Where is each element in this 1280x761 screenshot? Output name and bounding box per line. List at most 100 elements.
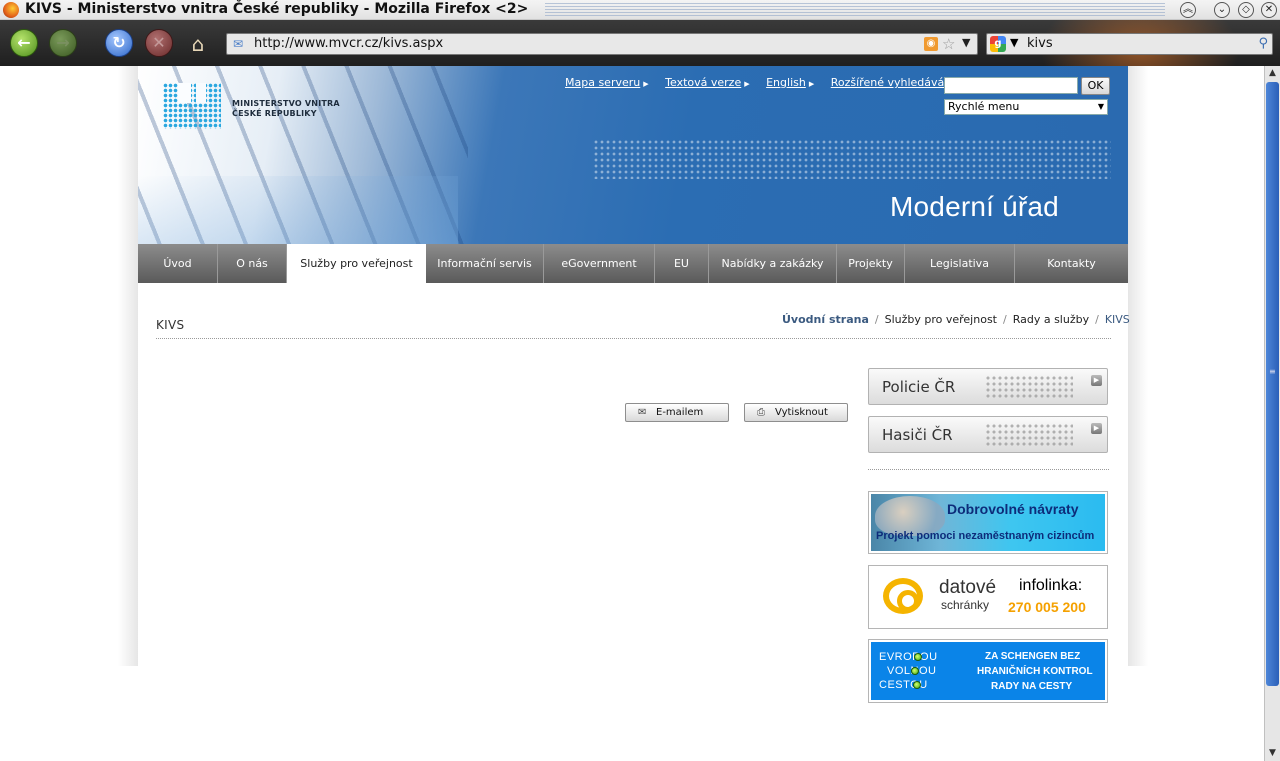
green-light-icon [911, 667, 919, 675]
nav-item-egovernment[interactable]: eGovernment [544, 244, 655, 283]
banner-brand-line2: schránky [941, 598, 990, 612]
breadcrumb-separator: / [1002, 313, 1007, 326]
site-search-input[interactable] [944, 77, 1078, 94]
link-site-map[interactable]: Mapa serveru [565, 76, 640, 89]
page-viewport: MINISTERSTVO VNITRA ČESKÉ REPUBLIKY Mapa… [0, 66, 1264, 761]
logo-mark-gap [196, 83, 206, 103]
header-slogan: Moderní úřad [890, 191, 1059, 222]
arrow-right-icon: ▶ [1091, 423, 1102, 434]
banner-body: datové schránky infolinka: 270 005 200 [871, 568, 1105, 626]
link-advanced-search[interactable]: Rozšířené vyhledávání [831, 76, 955, 89]
box-dot-pattern [985, 375, 1073, 399]
chevron-right-icon: ▶ [808, 80, 815, 88]
site-search-ok-button[interactable]: OK [1081, 77, 1110, 95]
breadcrumb-separator: / [1095, 313, 1099, 326]
bookmark-star-icon[interactable]: ☆ [942, 35, 955, 53]
banner-line: RADY NA CESTY [991, 681, 1073, 692]
breadcrumb-item[interactable]: Služby pro veřejnost [885, 313, 997, 326]
logo-line-2: ČESKÉ REPUBLIKY [232, 109, 317, 118]
sidebar-link-hasici[interactable]: Hasiči ČR ▶ [868, 416, 1108, 453]
banner-info-label: infolinka: [1019, 577, 1083, 594]
banner-schengen[interactable]: EVROPOU VOLNOU CESTOU ZA SCHENGEN BEZ HR… [868, 639, 1108, 703]
nav-item-kontakty[interactable]: Kontakty [1015, 244, 1128, 283]
chevron-down-icon: ▼ [1010, 36, 1019, 49]
banner-phone: 270 005 200 [1008, 599, 1086, 615]
nav-item-informacni-servis[interactable]: Informační servis [426, 244, 544, 283]
chevron-down-icon: ▼ [1097, 102, 1105, 111]
header-building-reflection [138, 176, 458, 244]
page-title: KIVS [156, 318, 185, 332]
print-button-label: Vytisknout [775, 407, 828, 418]
search-engine-selector[interactable]: g ▼ [989, 36, 1023, 52]
at-sign-logo-icon [883, 578, 923, 614]
site-favicon-icon: ✉ [232, 37, 244, 51]
green-light-icon [914, 653, 922, 661]
nav-item-uvod[interactable]: Úvod [138, 244, 218, 283]
logo-mark-gap [178, 83, 191, 103]
nav-item-nabidky[interactable]: Nabídky a zakázky [709, 244, 837, 283]
title-divider [156, 338, 1111, 339]
link-label: Mapa serveru [565, 76, 641, 89]
breadcrumb-item[interactable]: Rady a služby [1013, 313, 1089, 326]
header-top-links: Mapa serveru ▶ Textová verze ▶ English ▶ Ro… [565, 76, 963, 89]
breadcrumb-home[interactable]: Úvodní strana [782, 313, 869, 326]
shade-window-icon[interactable]: ︽ [1180, 2, 1196, 18]
rss-feed-icon[interactable]: ◉ [924, 37, 938, 51]
banner-title: Dobrovolné návraty [947, 501, 1079, 517]
ministry-logo-mark [163, 83, 221, 129]
scrollbar-thumb[interactable] [1266, 82, 1279, 686]
nav-item-o-nas[interactable]: O nás [218, 244, 287, 283]
email-button[interactable]: ✉ E-mailem [625, 403, 729, 422]
breadcrumb-separator: / [874, 313, 879, 326]
firefox-icon [3, 2, 19, 18]
chevron-right-icon: ▶ [643, 80, 649, 88]
nav-item-legislativa[interactable]: Legislativa [905, 244, 1015, 283]
home-button[interactable]: ⌂ [187, 32, 209, 56]
reload-button[interactable]: ↻ [105, 29, 133, 57]
quick-menu-select[interactable]: Rychlé menu ▼ [944, 99, 1108, 115]
vertical-scrollbar[interactable]: ▲ ≡ ▼ [1264, 66, 1280, 761]
sidebar-link-label: Policie ČR [882, 378, 956, 396]
url-history-dropdown-icon[interactable]: ▼ [962, 36, 970, 49]
banner-line: ZA SCHENGEN BEZ [985, 651, 1081, 662]
logo-line-1: MINISTERSTVO VNITRA [232, 99, 340, 108]
link-label: Textová verze [665, 76, 742, 89]
green-light-icon [913, 681, 921, 689]
url-bar[interactable]: ✉ http://www.mvcr.cz/kivs.aspx ◉ ☆ ▼ [226, 33, 978, 55]
banner-word: EVROPOU [879, 651, 938, 663]
printer-icon: ⎙ [757, 407, 765, 418]
close-window-icon[interactable]: ✕ [1261, 2, 1277, 18]
box-dot-pattern [985, 423, 1073, 447]
link-text-version[interactable]: Textová verze [665, 76, 741, 89]
search-query[interactable]: kivs [1027, 36, 1053, 51]
window-titlebar: KIVS - Ministerstvo vnitra České republi… [0, 0, 1280, 20]
maximize-window-icon[interactable]: ◇ [1238, 2, 1254, 18]
banner-dobrovolne-navraty[interactable]: Dobrovolné návraty Projekt pomoci nezamě… [868, 491, 1108, 554]
ministry-logo-text: MINISTERSTVO VNITRA ČESKÉ REPUBLIKY [232, 99, 340, 119]
sidebar-link-policie[interactable]: Policie ČR ▶ [868, 368, 1108, 405]
link-label: Rozšířené vyhledávání [830, 76, 955, 89]
nav-item-eu[interactable]: EU [655, 244, 709, 283]
back-button[interactable]: ← [10, 29, 38, 57]
nav-item-projekty[interactable]: Projekty [837, 244, 905, 283]
banner-datove-schranky[interactable]: datové schránky infolinka: 270 005 200 [868, 565, 1108, 629]
ministry-logo[interactable]: MINISTERSTVO VNITRA ČESKÉ REPUBLIKY [163, 83, 343, 131]
scroll-down-arrow-icon[interactable]: ▼ [1265, 746, 1280, 761]
scroll-up-arrow-icon[interactable]: ▲ [1265, 66, 1280, 81]
forward-button[interactable]: → [49, 29, 77, 57]
print-button[interactable]: ⎙ Vytisknout [744, 403, 848, 422]
sidebar-divider [868, 469, 1109, 470]
url-text[interactable]: http://www.mvcr.cz/kivs.aspx [254, 36, 443, 51]
header-dot-pattern [593, 139, 1111, 179]
minimize-window-icon[interactable]: ⌄ [1214, 2, 1230, 18]
link-english[interactable]: English [766, 76, 806, 89]
banner-brand-line1: datové [939, 577, 997, 598]
quick-menu-value: Rychlé menu [948, 100, 1020, 113]
link-label: English [766, 76, 806, 89]
search-icon[interactable]: ⚲ [1258, 36, 1268, 51]
site-header: MINISTERSTVO VNITRA ČESKÉ REPUBLIKY Mapa… [138, 66, 1128, 244]
window-title: KIVS - Ministerstvo vnitra České republi… [25, 1, 529, 17]
search-bar[interactable]: g ▼ kivs ⚲ [986, 33, 1273, 55]
stop-button[interactable]: ✕ [145, 29, 173, 57]
nav-item-sluzby[interactable]: Služby pro veřejnost [287, 244, 426, 283]
